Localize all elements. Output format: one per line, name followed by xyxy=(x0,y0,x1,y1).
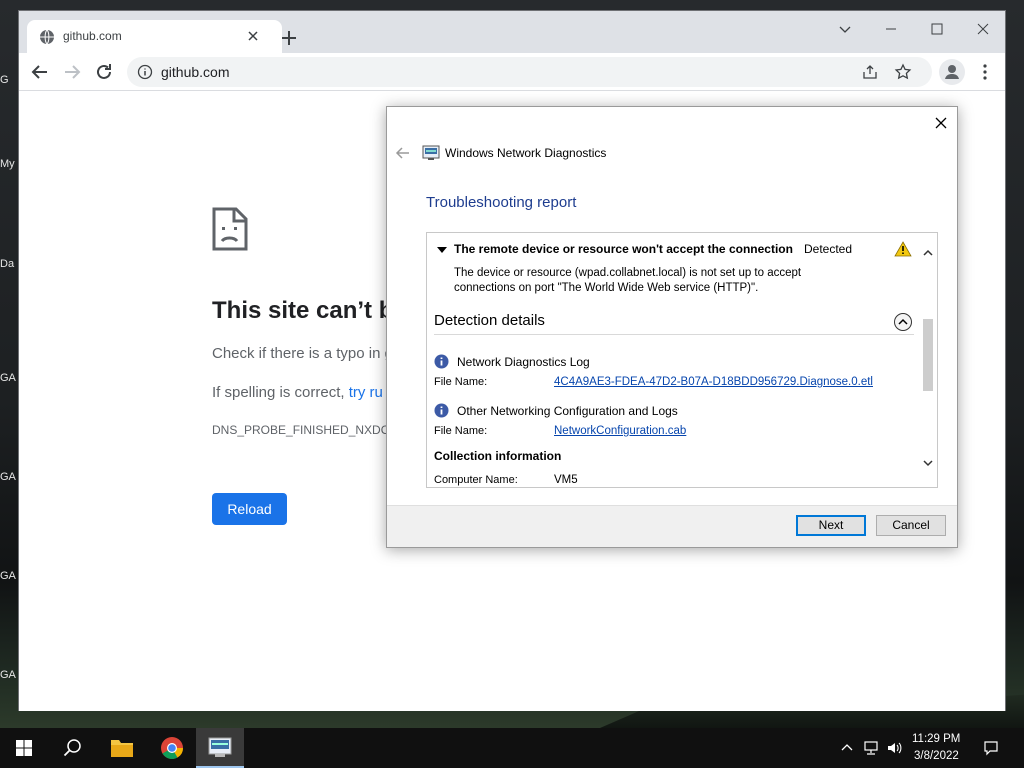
notification-icon[interactable] xyxy=(983,740,999,756)
report-panel[interactable]: The remote device or resource won't acce… xyxy=(426,232,938,488)
scroll-down-icon[interactable] xyxy=(922,457,934,469)
network-diagnostics-icon xyxy=(422,145,440,160)
back-arrow-icon[interactable] xyxy=(394,144,412,162)
desktop-icon-label[interactable]: GA xyxy=(0,669,18,681)
diagnose-log-link[interactable]: 4C4A9AE3-FDEA-47D2-B07A-D18BDD956729.Dia… xyxy=(554,376,873,388)
folder-icon xyxy=(111,740,133,757)
taskbar-network-diagnostics[interactable] xyxy=(196,728,244,768)
windows-logo-icon xyxy=(16,740,32,756)
bookmark-star-icon[interactable] xyxy=(894,63,912,81)
computer-name-value: VM5 xyxy=(554,474,578,486)
network-diagnostics-icon xyxy=(208,737,232,757)
warning-icon xyxy=(894,241,912,257)
clock-time[interactable]: 11:29 PM xyxy=(912,733,960,745)
desktop-icon-label[interactable]: GA xyxy=(0,570,18,582)
forward-icon[interactable] xyxy=(61,61,83,83)
typo-hint: Check if there is a typo in g xyxy=(212,345,393,362)
spelling-hint-text: If spelling is correct, xyxy=(212,384,349,401)
issue-title[interactable]: The remote device or resource won't acce… xyxy=(454,242,793,256)
close-window-icon[interactable] xyxy=(973,19,993,39)
desktop-icon-label[interactable]: GA xyxy=(0,372,18,384)
site-info-icon[interactable] xyxy=(137,64,153,80)
taskbar-chrome[interactable] xyxy=(148,728,196,768)
chevron-down-icon[interactable] xyxy=(835,19,855,39)
spelling-hint: If spelling is correct, try ru xyxy=(212,384,383,401)
issue-description: The device or resource (wpad.collabnet.l… xyxy=(454,267,802,279)
start-button[interactable] xyxy=(0,728,48,768)
desktop-icon-label[interactable]: My xyxy=(0,158,18,170)
url-text[interactable]: github.com xyxy=(161,64,229,80)
cancel-button[interactable]: Cancel xyxy=(876,515,946,536)
search-icon xyxy=(63,739,81,757)
collection-info-title: Collection information xyxy=(434,449,562,463)
taskbar-file-explorer[interactable] xyxy=(98,728,146,768)
share-icon[interactable] xyxy=(862,64,878,80)
log-section-label: Network Diagnostics Log xyxy=(457,355,590,369)
volume-icon[interactable] xyxy=(886,740,902,756)
new-tab-icon[interactable] xyxy=(277,26,301,50)
chrome-icon xyxy=(161,737,183,759)
error-code: DNS_PROBE_FINISHED_NXDOMA xyxy=(212,423,409,437)
tab-title: github.com xyxy=(63,29,122,43)
issue-description: connections on port "The World Wide Web … xyxy=(454,282,759,294)
tab-strip: github.com xyxy=(19,11,1005,53)
minimize-icon[interactable] xyxy=(881,19,901,39)
expand-triangle-icon[interactable] xyxy=(437,245,447,255)
desktop-icon-label[interactable]: GA xyxy=(0,471,18,483)
desktop-icon-label[interactable]: Da xyxy=(0,258,18,270)
error-title: This site can’t be xyxy=(212,297,407,324)
collapse-icon[interactable] xyxy=(893,312,913,332)
other-logs-label: Other Networking Configuration and Logs xyxy=(457,404,678,418)
desktop-icon-label[interactable]: G xyxy=(0,74,18,86)
close-tab-icon[interactable] xyxy=(245,28,261,44)
dialog-title: Windows Network Diagnostics xyxy=(445,146,607,160)
scroll-up-icon[interactable] xyxy=(922,247,934,259)
dialog-footer: Next Cancel xyxy=(387,505,957,547)
person-icon xyxy=(945,65,959,79)
file-name-label: File Name: xyxy=(434,376,488,388)
network-diagnostics-dialog: Windows Network Diagnostics Troubleshoot… xyxy=(386,106,958,548)
reload-button[interactable]: Reload xyxy=(212,493,287,525)
sad-page-icon xyxy=(212,207,248,251)
info-icon xyxy=(434,354,449,369)
close-icon[interactable] xyxy=(931,113,951,133)
issue-status: Detected xyxy=(804,242,853,256)
scrollbar-thumb[interactable] xyxy=(923,319,933,391)
browser-toolbar: github.com xyxy=(19,53,1005,91)
computer-name-label: Computer Name: xyxy=(434,474,518,486)
network-config-link[interactable]: NetworkConfiguration.cab xyxy=(554,425,686,437)
address-bar[interactable]: github.com xyxy=(127,57,932,87)
taskbar: 11:29 PM 3/8/2022 xyxy=(0,728,1024,768)
divider xyxy=(434,334,914,335)
next-button[interactable]: Next xyxy=(796,515,866,536)
clock-date[interactable]: 3/8/2022 xyxy=(914,750,959,762)
maximize-icon[interactable] xyxy=(927,19,947,39)
network-icon[interactable] xyxy=(863,740,879,756)
search-button[interactable] xyxy=(48,728,96,768)
globe-icon xyxy=(40,29,54,45)
profile-avatar[interactable] xyxy=(939,59,965,85)
browser-tab[interactable]: github.com xyxy=(27,20,282,53)
try-running-link[interactable]: try ru xyxy=(349,384,383,401)
more-menu-icon[interactable] xyxy=(974,61,996,83)
detection-details-title: Detection details xyxy=(434,312,545,329)
file-name-label: File Name: xyxy=(434,425,488,437)
vertical-scrollbar[interactable] xyxy=(920,233,937,487)
chevron-up-icon[interactable] xyxy=(839,740,855,756)
back-icon[interactable] xyxy=(29,61,51,83)
reload-icon[interactable] xyxy=(93,61,115,83)
report-heading: Troubleshooting report xyxy=(426,194,577,211)
info-icon xyxy=(434,403,449,418)
